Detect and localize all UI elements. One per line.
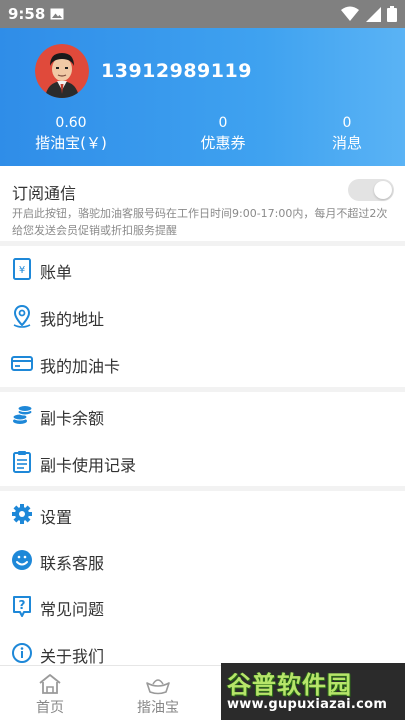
menu-label-bill: 账单 [40, 263, 73, 282]
menu-label-faq: 常见问题 [40, 600, 105, 619]
toggle-knob [374, 181, 392, 199]
menu-group-secondary-card: 副卡余额 副卡使用记录 [0, 392, 405, 486]
ingot-icon [146, 679, 170, 695]
nav-youbao[interactable]: 揩油宝 [108, 666, 208, 720]
status-bar: 9:58 [0, 0, 405, 28]
watermark-logo: 谷普软件园 www.gupuxiazai.com [221, 663, 405, 720]
settings-icon [12, 504, 32, 524]
stat-balance-value: 0.60 [55, 115, 87, 131]
menu-item-card-balance[interactable]: 副卡余额 [0, 392, 405, 439]
phone-number: 13912989119 [101, 60, 252, 82]
customer-service-icon [12, 550, 32, 570]
menu-item-usage-record[interactable]: 副卡使用记录 [0, 439, 405, 486]
image-icon [50, 8, 64, 20]
menu-item-fuel-card[interactable]: 我的加油卡 [0, 340, 405, 387]
home-icon [39, 674, 61, 694]
menu-label-fuel-card: 我的加油卡 [40, 357, 121, 376]
subscribe-section: 订阅通信 开启此按钮，骆驼加油客服号码在工作日时间9:00-17:00内，每月不… [0, 166, 405, 241]
stat-messages-label: 消息 [331, 134, 362, 152]
watermark-title: 谷普软件园 [227, 671, 352, 699]
avatar[interactable] [35, 44, 89, 98]
nav-youbao-label: 揩油宝 [137, 700, 179, 716]
subscribe-toggle[interactable] [348, 179, 394, 201]
wifi-icon [341, 6, 359, 21]
menu-item-address[interactable]: 我的地址 [0, 293, 405, 340]
svg-text:¥: ¥ [19, 265, 25, 276]
menu-label-usage-record: 副卡使用记录 [40, 456, 137, 475]
stat-balance-label: 揩油宝(￥) [35, 134, 107, 152]
bill-icon: ¥ [13, 258, 31, 280]
watermark-url: www.gupuxiazai.com [227, 697, 388, 712]
menu-label-settings: 设置 [40, 508, 73, 527]
svg-text:?: ? [19, 598, 26, 612]
subscribe-title: 订阅通信 [12, 184, 77, 203]
menu-item-bill[interactable]: ¥ 账单 [0, 246, 405, 293]
status-time: 9:58 [8, 5, 46, 23]
menu-item-customer-service[interactable]: 联系客服 [0, 537, 405, 584]
menu-item-faq[interactable]: ? 常见问题 [0, 583, 405, 630]
stat-messages[interactable]: 0 消息 [292, 114, 402, 153]
menu-label-card-balance: 副卡余额 [40, 409, 105, 428]
signal-icon [366, 7, 381, 22]
card-icon [11, 356, 33, 371]
menu-label-address: 我的地址 [40, 310, 105, 329]
stat-coupons[interactable]: 0 优惠券 [168, 114, 278, 153]
profile-header: 13912989119 0.60 揩油宝(￥) 0 优惠券 0 消息 [0, 28, 405, 166]
subscribe-description: 开启此按钮，骆驼加油客服号码在工作日时间9:00-17:00内，每月不超过2次给… [12, 207, 388, 237]
record-icon [13, 451, 31, 473]
menu-label-customer-service: 联系客服 [40, 554, 105, 573]
faq-icon: ? [13, 596, 31, 617]
menu-label-about: 关于我们 [40, 647, 105, 666]
stat-balance[interactable]: 0.60 揩油宝(￥) [16, 114, 126, 153]
info-icon [12, 643, 32, 663]
nav-home[interactable]: 首页 [0, 666, 100, 720]
nav-home-label: 首页 [36, 700, 64, 716]
location-icon [13, 304, 31, 328]
battery-icon [387, 6, 397, 22]
menu-item-settings[interactable]: 设置 [0, 491, 405, 538]
stat-coupons-label: 优惠券 [200, 134, 246, 152]
stat-messages-value: 0 [342, 115, 352, 131]
stat-coupons-value: 0 [218, 115, 228, 131]
menu-group-account: ¥ 账单 我的地址 我的加油卡 [0, 246, 405, 387]
coins-icon [12, 405, 33, 424]
